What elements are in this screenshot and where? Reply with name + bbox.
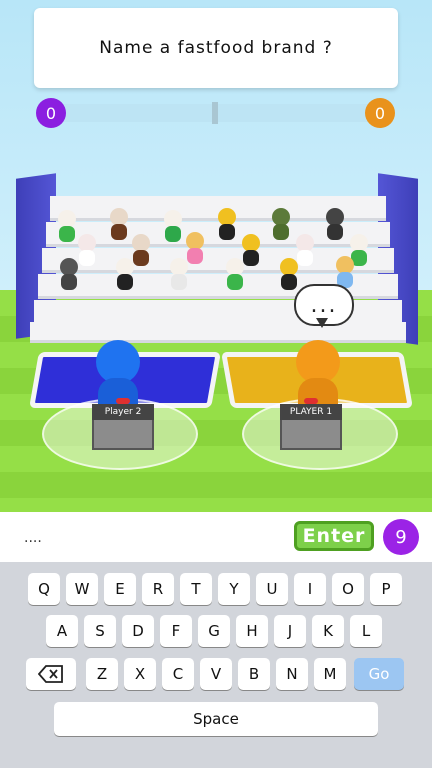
player-1-label: PLAYER 1 [280, 404, 342, 420]
on-screen-keyboard: Q W E R T Y U I O P A S D F G H J K L Z … [0, 562, 432, 768]
key-s[interactable]: S [84, 615, 116, 647]
player-2-label: Player 2 [92, 404, 154, 420]
key-t[interactable]: T [180, 573, 212, 605]
key-n[interactable]: N [276, 658, 308, 690]
audience-member [224, 258, 246, 292]
player-2-score-badge: 0 [36, 98, 66, 128]
key-u[interactable]: U [256, 573, 288, 605]
key-g[interactable]: G [198, 615, 230, 647]
key-z[interactable]: Z [86, 658, 118, 690]
key-o[interactable]: O [332, 573, 364, 605]
key-b[interactable]: B [238, 658, 270, 690]
key-x[interactable]: X [124, 658, 156, 690]
audience-member [162, 210, 184, 244]
key-q[interactable]: Q [28, 573, 60, 605]
key-r[interactable]: R [142, 573, 174, 605]
timer-badge: 9 [383, 519, 419, 555]
key-c[interactable]: C [162, 658, 194, 690]
question-card: Name a fastfood brand ? [34, 8, 398, 88]
key-l[interactable]: L [350, 615, 382, 647]
audience-member [270, 208, 292, 242]
speech-bubble-tail [316, 318, 328, 328]
player-2-podium: Player 2 [92, 398, 154, 450]
audience-member [58, 258, 80, 292]
audience-member [108, 208, 130, 242]
key-j[interactable]: J [274, 615, 306, 647]
answer-input[interactable] [22, 525, 226, 551]
score-bar-divider [212, 102, 218, 124]
speech-bubble-text: ... [310, 292, 338, 318]
key-w[interactable]: W [66, 573, 98, 605]
backspace-key[interactable] [26, 658, 76, 690]
audience-member [168, 258, 190, 292]
key-e[interactable]: E [104, 573, 136, 605]
key-v[interactable]: V [200, 658, 232, 690]
key-f[interactable]: F [160, 615, 192, 647]
key-h[interactable]: H [236, 615, 268, 647]
enter-button[interactable]: Enter [294, 521, 374, 551]
audience-member [114, 258, 136, 292]
audience-member [324, 208, 346, 242]
player-1-score-badge: 0 [365, 98, 395, 128]
key-i[interactable]: I [294, 573, 326, 605]
player-1-podium: PLAYER 1 [280, 398, 342, 450]
question-text: Name a fastfood brand ? [99, 38, 333, 58]
key-p[interactable]: P [370, 573, 402, 605]
key-y[interactable]: Y [218, 573, 250, 605]
key-a[interactable]: A [46, 615, 78, 647]
go-key[interactable]: Go [354, 658, 404, 690]
audience-member [216, 208, 238, 242]
key-m[interactable]: M [314, 658, 346, 690]
key-k[interactable]: K [312, 615, 344, 647]
audience-member [56, 210, 78, 244]
key-d[interactable]: D [122, 615, 154, 647]
backspace-icon [38, 665, 63, 683]
audience-member [278, 258, 300, 292]
space-key[interactable]: Space [54, 702, 378, 736]
